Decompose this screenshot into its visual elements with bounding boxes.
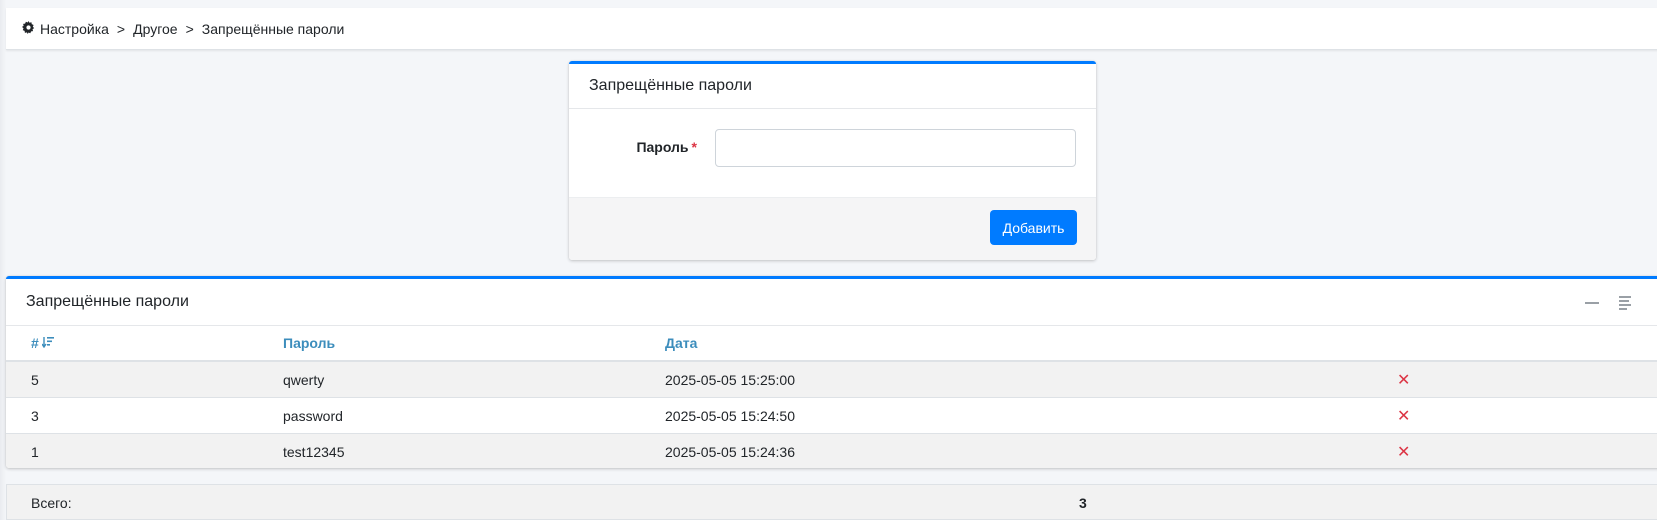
cell-date: 2025-05-05 15:24:50 (665, 397, 1397, 434)
breadcrumb: Настройка > Другое > Запрещённые пароли (6, 8, 1657, 50)
breadcrumb-separator: > (116, 20, 126, 37)
password-label: Пароль * (569, 139, 697, 155)
passwords-table: # Пароль Дата 5 qwerty 2025-05-05 15:25:… (6, 326, 1657, 468)
cell-password: qwerty (283, 361, 665, 398)
breadcrumb-separator: > (185, 20, 194, 37)
cell-id: 5 (6, 361, 283, 398)
table-row: 3 password 2025-05-05 15:24:50 ✕ (6, 397, 1657, 434)
list-header: Запрещённые пароли (6, 279, 1657, 326)
passwords-list-card: Запрещённые пароли # Пароль Дата 5 qwert… (6, 276, 1657, 468)
add-button[interactable]: Добавить (990, 210, 1077, 245)
card-footer: Добавить (569, 197, 1096, 260)
total-bar: Всего: 3 (6, 484, 1657, 520)
columns-icon[interactable] (1617, 293, 1635, 311)
password-form-row: Пароль * (569, 129, 1096, 169)
table-row: 1 test12345 2025-05-05 15:24:36 ✕ (6, 433, 1657, 468)
cell-date: 2025-05-05 15:25:00 (665, 361, 1397, 398)
cell-password: test12345 (283, 433, 665, 468)
total-value: 3 (1079, 495, 1087, 511)
cell-id: 1 (6, 433, 283, 468)
column-header-id-label: # (31, 335, 39, 351)
column-header-password[interactable]: Пароль (283, 326, 665, 362)
delete-icon[interactable]: ✕ (1397, 444, 1410, 461)
breadcrumb-item-current: Запрещённые пароли (201, 20, 345, 37)
sort-desc-icon (41, 336, 54, 351)
password-label-text: Пароль (636, 139, 689, 155)
required-mark: * (691, 139, 697, 155)
delete-icon[interactable]: ✕ (1397, 372, 1410, 389)
gear-icon (22, 20, 35, 37)
column-header-date[interactable]: Дата (665, 326, 1397, 362)
card-title: Запрещённые пароли (569, 64, 1096, 109)
total-label: Всего: (31, 495, 72, 511)
minimize-icon[interactable] (1583, 293, 1601, 311)
cell-password: password (283, 397, 665, 434)
password-input[interactable] (715, 129, 1076, 167)
delete-icon[interactable]: ✕ (1397, 408, 1410, 425)
table-header-row: # Пароль Дата (6, 326, 1657, 362)
table-row: 5 qwerty 2025-05-05 15:25:00 ✕ (6, 361, 1657, 398)
column-header-id[interactable]: # (6, 326, 283, 362)
list-title: Запрещённые пароли (26, 293, 189, 310)
breadcrumb-item-other[interactable]: Другое (133, 21, 177, 37)
add-password-card: Запрещённые пароли Пароль * Добавить (569, 61, 1096, 260)
breadcrumb-item-settings[interactable]: Настройка (40, 21, 109, 37)
cell-id: 3 (6, 397, 283, 434)
cell-date: 2025-05-05 15:24:36 (665, 433, 1397, 468)
column-header-actions (1397, 326, 1657, 362)
